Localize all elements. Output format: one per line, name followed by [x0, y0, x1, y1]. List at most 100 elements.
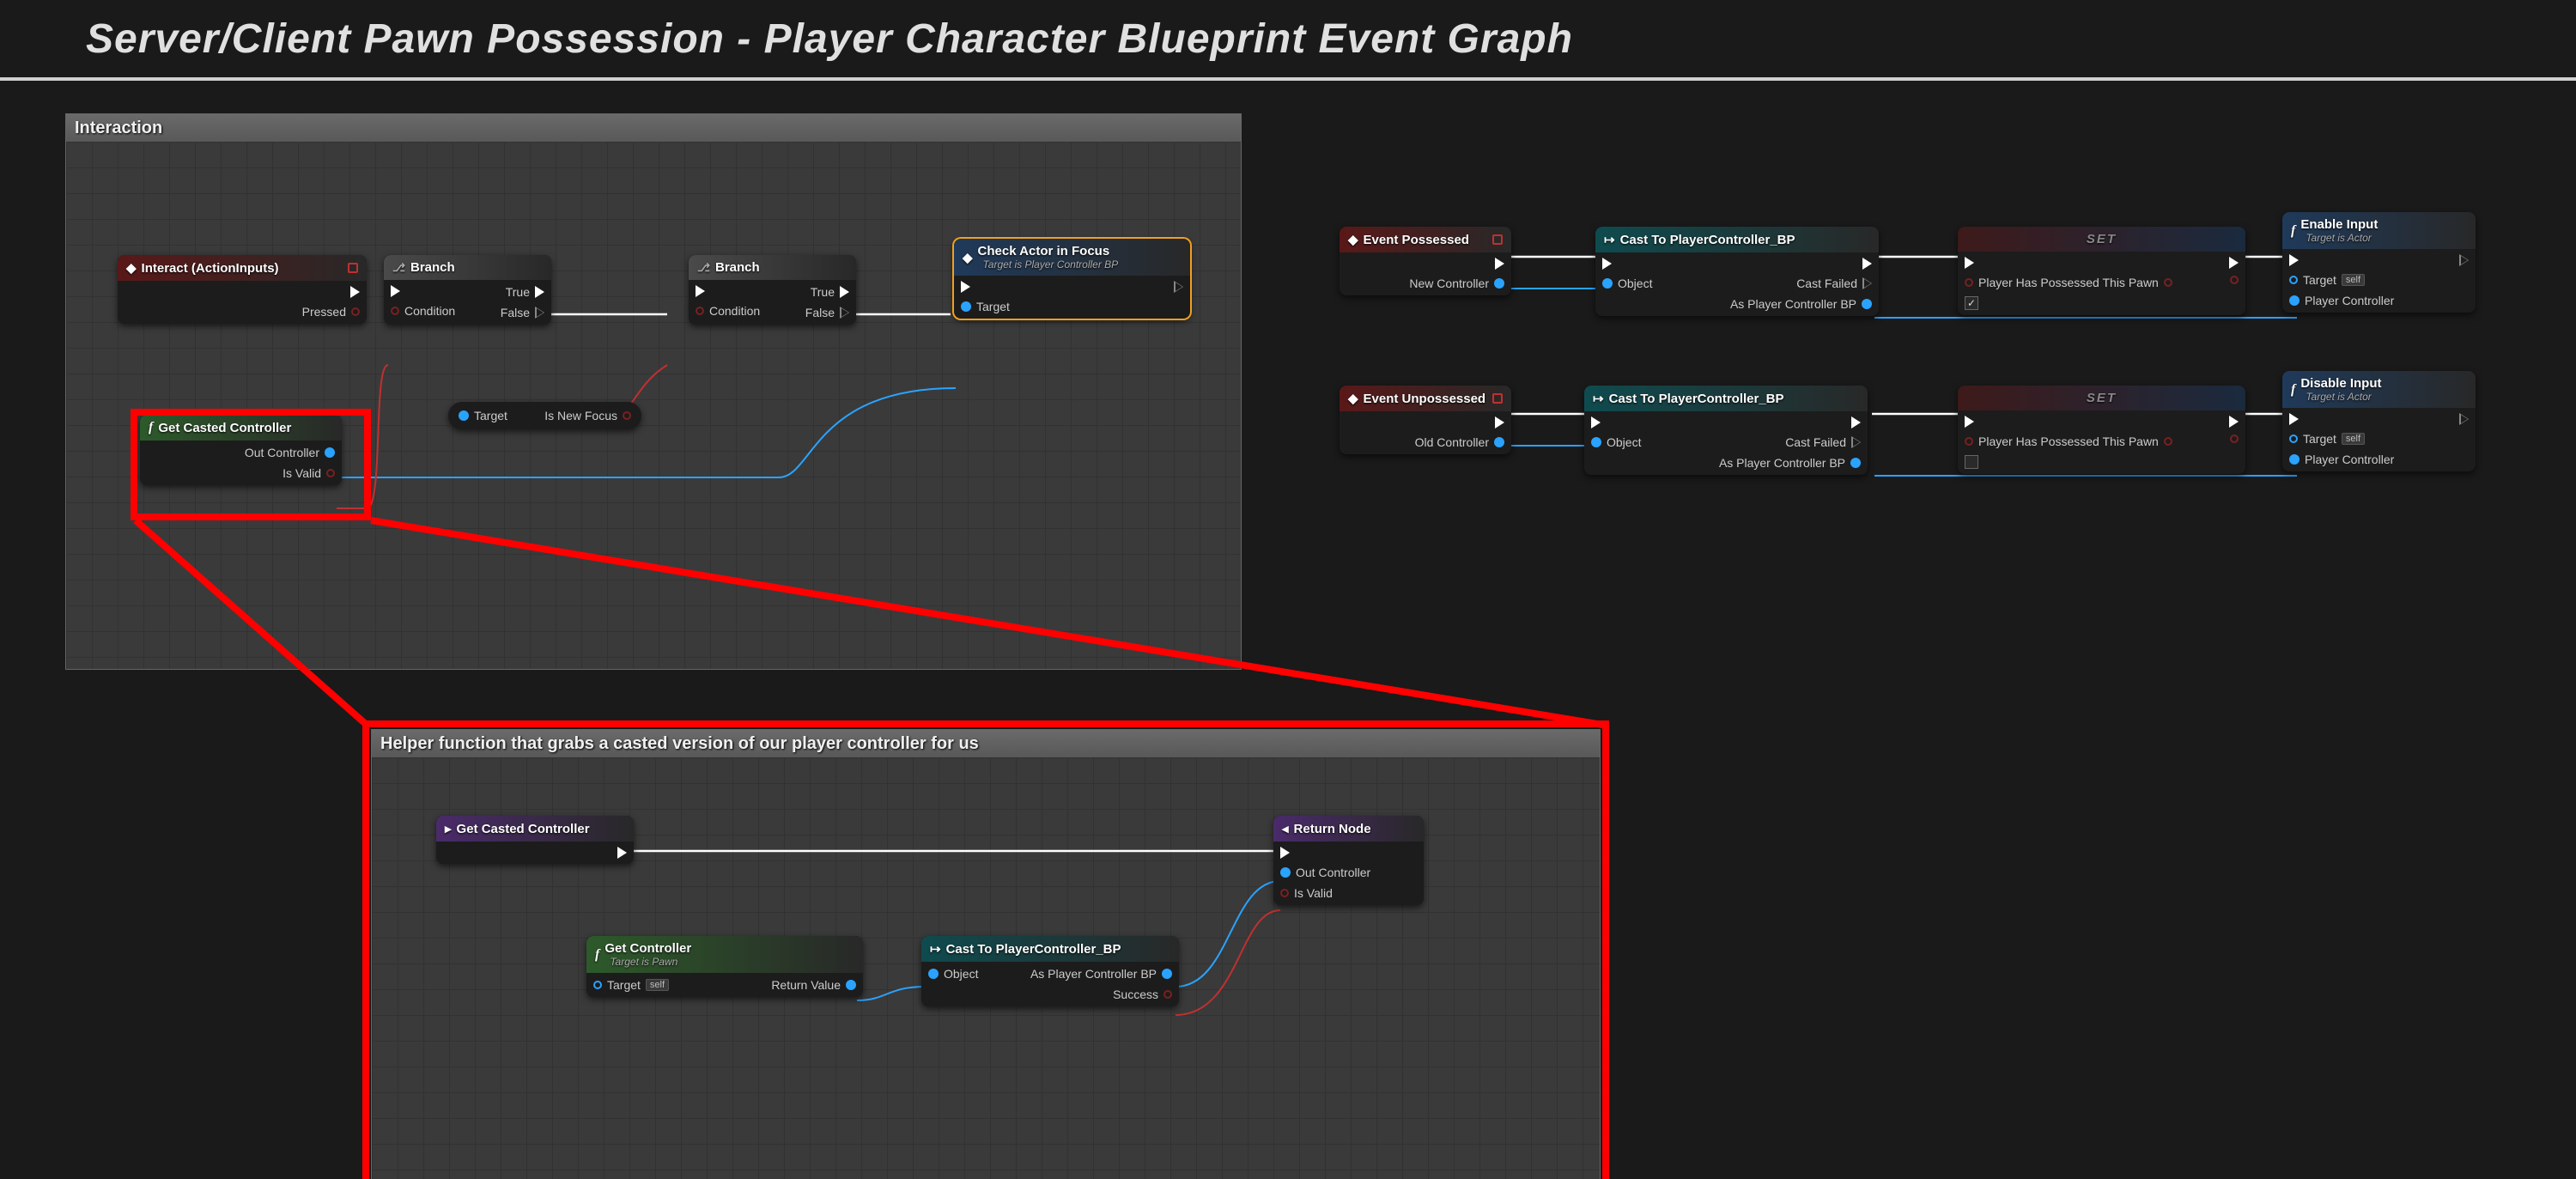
node-subtitle: Target is Actor	[2306, 391, 2381, 403]
node-head: ⎇ Branch	[384, 255, 551, 280]
pin-true[interactable]: True	[811, 285, 849, 299]
pin-old-controller[interactable]: Old Controller	[1415, 435, 1504, 449]
pin-as-player[interactable]: As Player Controller BP	[1730, 297, 1872, 311]
pin-exec-in[interactable]	[1965, 416, 2172, 428]
node-subtitle: Target is Player Controller BP	[983, 258, 1119, 270]
title-divider	[0, 77, 2576, 81]
node-head: ◆ Event Unpossessed	[1340, 386, 1511, 411]
cast-icon: ↦	[1593, 391, 1604, 406]
checkbox[interactable]: ✓	[1965, 296, 2172, 310]
node-head: f Enable InputTarget is Actor	[2282, 212, 2476, 249]
node-branch-1[interactable]: ⎇ Branch Condition True False	[384, 255, 551, 325]
node-set-2[interactable]: SET Player Has Possessed This Pawn	[1958, 386, 2245, 474]
pin-exec-in[interactable]	[2289, 254, 2394, 266]
pin-exec-in[interactable]	[2289, 413, 2394, 425]
node-title: Cast To PlayerController_BP	[1609, 392, 1784, 406]
pin-player-controller[interactable]: Player Controller	[2289, 294, 2394, 307]
node-cast-1[interactable]: ↦ Cast To PlayerController_BP Object Cast…	[1595, 227, 1879, 316]
pin-pressed[interactable]: Pressed	[302, 305, 360, 319]
pin-new-controller[interactable]: New Controller	[1409, 277, 1504, 290]
pin-out[interactable]: Is New Focus	[544, 409, 631, 422]
pin-true[interactable]: True	[506, 285, 544, 299]
pin-player-controller[interactable]: Player Controller	[2289, 453, 2394, 466]
cast-icon: ↦	[1604, 232, 1615, 247]
pin-exec-in[interactable]	[1591, 416, 1641, 428]
node-head: SET	[1958, 386, 2245, 410]
pin-condition[interactable]: Condition	[391, 304, 455, 318]
pin-object[interactable]: Object	[1591, 435, 1641, 449]
pin-exec-out[interactable]	[1174, 281, 1183, 293]
event-icon: ◆	[1348, 232, 1358, 247]
node-enable-input[interactable]: f Enable InputTarget is Actor Targetself…	[2282, 212, 2476, 313]
pin-false[interactable]: False	[501, 306, 544, 319]
page-title: Server/Client Pawn Possession - Player C…	[0, 0, 2576, 77]
node-head: SET	[1958, 227, 2245, 252]
pin-exec-out[interactable]	[350, 286, 360, 298]
checkbox[interactable]	[1965, 455, 2172, 469]
pin-exec-out[interactable]	[2229, 257, 2239, 269]
node-head: ↦ Cast To PlayerController_BP	[1584, 386, 1868, 411]
event-icon: ◆	[126, 260, 137, 276]
delegate-pin[interactable]	[348, 263, 358, 273]
node-title: Event Possessed	[1364, 233, 1469, 247]
pin-condition[interactable]: Condition	[696, 304, 760, 318]
node-head: ↦ Cast To PlayerController_BP	[1595, 227, 1879, 252]
node-title: Interact (ActionInputs)	[142, 261, 279, 276]
function-icon: f	[2291, 382, 2295, 398]
pin-target[interactable]: Target	[961, 300, 1010, 313]
node-interact[interactable]: ◆ Interact (ActionInputs) Pressed	[118, 255, 367, 324]
pin-cast-failed[interactable]: Cast Failed	[1785, 435, 1861, 449]
event-icon: ◆	[1348, 391, 1358, 406]
pin-var[interactable]: Player Has Possessed This Pawn	[1965, 276, 2172, 289]
event-icon: ◆	[963, 250, 973, 265]
node-branch-2[interactable]: ⎇Branch Condition True False	[689, 255, 856, 325]
node-title: Cast To PlayerController_BP	[1620, 233, 1795, 247]
pin-exec-out[interactable]	[2459, 254, 2469, 266]
delegate-pin[interactable]	[1492, 234, 1503, 245]
node-title: Check Actor in Focus	[978, 244, 1119, 258]
pin-var[interactable]: Player Has Possessed This Pawn	[1965, 435, 2172, 448]
pin-out-bool[interactable]	[2230, 435, 2239, 443]
node-title: Branch	[410, 260, 455, 275]
node-title: SET	[1966, 232, 2237, 246]
node-set-1[interactable]: SET Player Has Possessed This Pawn ✓	[1958, 227, 2245, 315]
pin-exec-out[interactable]	[1495, 416, 1504, 428]
pin-exec-in[interactable]	[1965, 257, 2172, 269]
pin-out-bool[interactable]	[2230, 276, 2239, 284]
node-head: ⎇Branch	[689, 255, 856, 280]
pin-cast-failed[interactable]: Cast Failed	[1796, 277, 1872, 290]
pin-exec-in[interactable]	[391, 285, 455, 297]
pin-object[interactable]: Object	[1602, 277, 1652, 290]
grid-bg	[66, 142, 1241, 669]
pin-target[interactable]: Target	[459, 409, 507, 422]
node-title: Event Unpossessed	[1364, 392, 1486, 406]
node-disable-input[interactable]: f Disable InputTarget is Actor Targetsel…	[2282, 371, 2476, 471]
node-cast-2[interactable]: ↦ Cast To PlayerController_BP Object Cast…	[1584, 386, 1868, 475]
function-icon: f	[2291, 223, 2295, 239]
node-head: f Disable InputTarget is Actor	[2282, 371, 2476, 408]
panel-header-interaction: Interaction	[66, 114, 1241, 143]
panel-interaction: Interaction ◆ Interact (ActionInputs) Pr…	[65, 113, 1242, 670]
branch-icon: ⎇	[392, 261, 405, 275]
graph-canvas: Interaction ◆ Interact (ActionInputs) Pr…	[0, 89, 2576, 1179]
node-check-actor[interactable]: ◆ Check Actor in Focus Target is Player …	[954, 239, 1190, 319]
pin-exec-out[interactable]	[2459, 413, 2469, 425]
delegate-pin[interactable]	[1492, 393, 1503, 404]
pin-target[interactable]: Targetself	[2289, 432, 2394, 446]
pin-target[interactable]: Targetself	[2289, 273, 2394, 287]
pin-exec-in[interactable]	[961, 281, 1010, 293]
highlight-box-source	[131, 409, 371, 520]
pin-exec-in[interactable]	[1602, 258, 1652, 270]
pin-false[interactable]: False	[805, 306, 849, 319]
node-is-new-focus[interactable]: Target Is New Focus	[448, 402, 641, 429]
node-title: SET	[1966, 391, 2237, 405]
pin-exec-out[interactable]	[1851, 416, 1861, 428]
pin-exec-out[interactable]	[1862, 258, 1872, 270]
pin-exec-out[interactable]	[2229, 416, 2239, 428]
node-event-unpossessed[interactable]: ◆ Event Unpossessed Old Controller	[1340, 386, 1511, 454]
node-event-possessed[interactable]: ◆ Event Possessed New Controller	[1340, 227, 1511, 295]
pin-exec-in[interactable]	[696, 285, 760, 297]
pin-exec-out[interactable]	[1495, 258, 1504, 270]
node-head: ◆ Event Possessed	[1340, 227, 1511, 252]
pin-as-player[interactable]: As Player Controller BP	[1719, 456, 1861, 470]
